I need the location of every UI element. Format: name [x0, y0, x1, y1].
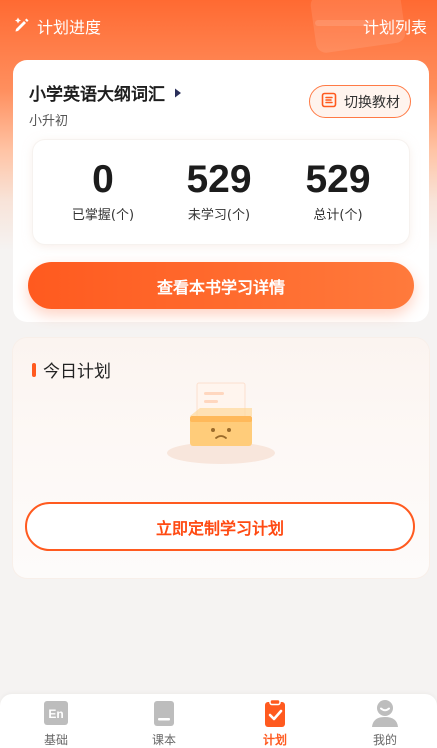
plan-list-link[interactable]: 计划列表 [363, 14, 427, 38]
stat-unlearned-value: 529 [186, 158, 252, 201]
book-title[interactable]: 小学英语大纲词汇 [29, 80, 165, 105]
section-marker [32, 362, 36, 377]
empty-box-illustration [164, 380, 278, 468]
tab-textbook[interactable]: 课本 [124, 698, 204, 748]
book-progress-card: 小学英语大纲词汇 小升初 切换教材 0 已掌握(个) 529 未学习(个) 52… [13, 60, 429, 322]
user-icon [345, 698, 425, 728]
tab-mine-label: 我的 [372, 733, 397, 747]
top-header: 计划进度 计划列表 [0, 0, 437, 52]
tab-basic-label: 基础 [43, 733, 68, 747]
clipboard-check-icon [235, 698, 315, 728]
stat-mastered-value: 0 [92, 158, 114, 201]
page-title: 计划进度 [37, 18, 102, 37]
switch-textbook-button[interactable]: 切换教材 [309, 85, 411, 118]
tab-plan-label: 计划 [262, 733, 287, 747]
header-title-group: 计划进度 [13, 14, 101, 38]
today-plan-title: 今日计划 [43, 362, 111, 382]
stat-total-label: 总计(个) [313, 208, 363, 223]
caret-right-icon[interactable] [174, 83, 182, 102]
plan-progress-screen: 计划进度 计划列表 小学英语大纲词汇 小升初 切换教材 0 已掌握(个) 529… [0, 0, 437, 748]
tab-textbook-label: 课本 [151, 733, 176, 747]
bottom-tab-bar: En 基础 课本 计划 我的 [0, 694, 437, 748]
edit-pen-icon [13, 15, 31, 37]
book-subtitle: 小升初 [29, 114, 69, 129]
create-plan-button[interactable]: 立即定制学习计划 [25, 502, 415, 551]
stats-panel: 0 已掌握(个) 529 未学习(个) 529 总计(个) [33, 140, 409, 244]
tab-basic[interactable]: En 基础 [16, 698, 96, 748]
tab-mine[interactable]: 我的 [345, 698, 425, 748]
stat-unlearned: 529 未学习(个) [169, 158, 269, 223]
stat-total: 529 总计(个) [288, 158, 388, 223]
en-book-icon: En [16, 698, 96, 728]
svg-text:En: En [48, 707, 63, 721]
stat-total-value: 529 [305, 158, 371, 201]
stat-mastered: 0 已掌握(个) [53, 158, 153, 223]
tab-plan[interactable]: 计划 [235, 698, 315, 748]
book-title-row[interactable]: 小学英语大纲词汇 [29, 80, 182, 105]
today-plan-card: 今日计划 立即定制学习计划 [13, 338, 429, 578]
stat-mastered-label: 已掌握(个) [71, 208, 135, 223]
view-book-details-button[interactable]: 查看本书学习详情 [28, 262, 414, 309]
switch-book-icon [320, 91, 338, 113]
textbook-icon [124, 698, 204, 728]
stat-unlearned-label: 未学习(个) [187, 208, 251, 223]
switch-textbook-label: 切换教材 [344, 94, 400, 111]
plan-title-row: 今日计划 [32, 357, 111, 382]
